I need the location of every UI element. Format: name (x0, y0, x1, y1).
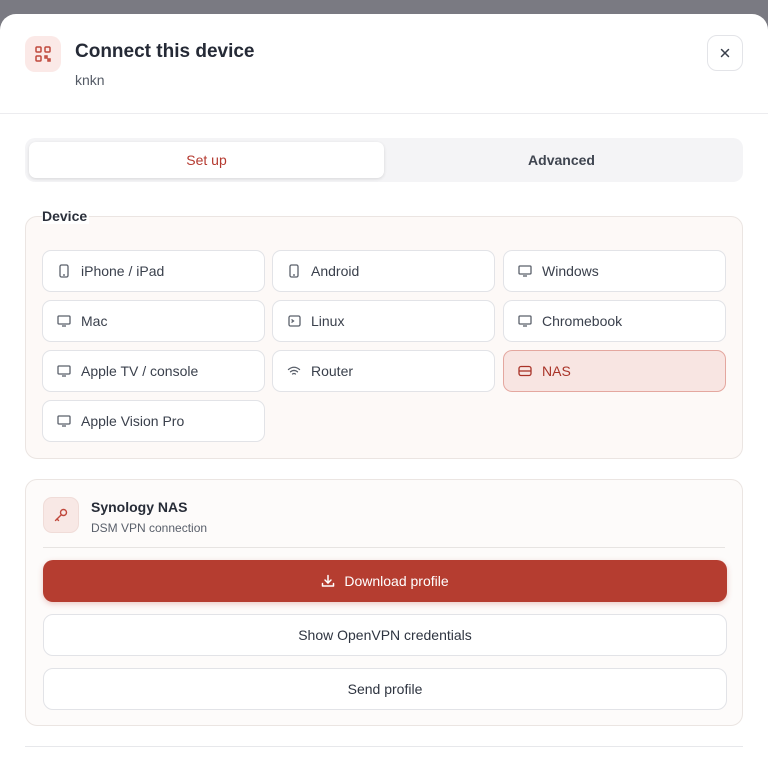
download-profile-button[interactable]: Download profile (43, 560, 727, 602)
divider (43, 547, 725, 548)
device-option-chromebook[interactable]: Chromebook (503, 300, 726, 342)
device-option-label: NAS (542, 363, 571, 379)
qr-code-icon (25, 36, 61, 72)
device-option-label: Linux (311, 313, 345, 329)
tab-set-up[interactable]: Set up (29, 142, 384, 178)
monitor-icon (57, 414, 71, 428)
device-option-router[interactable]: Router (272, 350, 495, 392)
dialog-subtitle: knkn (75, 72, 105, 88)
monitor-icon (57, 314, 71, 328)
download-icon (321, 574, 335, 588)
terminal-icon (287, 314, 301, 328)
close-button[interactable] (707, 35, 743, 71)
storage-icon (518, 364, 532, 378)
send-profile-button[interactable]: Send profile (43, 668, 727, 710)
device-option-label: Router (311, 363, 354, 379)
monitor-icon (518, 314, 532, 328)
device-option-label: Chromebook (542, 313, 623, 329)
connect-device-dialog: Connect this device knkn Set up Advanced… (0, 14, 768, 772)
device-option-apple-vision-pro[interactable]: Apple Vision Pro (42, 400, 265, 442)
device-option-label: Mac (81, 313, 108, 329)
device-option-label: Apple Vision Pro (81, 413, 185, 429)
dialog-header: Connect this device knkn (0, 14, 768, 114)
close-icon (720, 48, 730, 58)
device-option-label: iPhone / iPad (81, 263, 165, 279)
dialog-title: Connect this device (75, 41, 255, 62)
connection-card: Synology NAS DSM VPN connection Download… (25, 479, 743, 726)
connection-title: Synology NAS (91, 499, 188, 515)
device-option-label: Windows (542, 263, 599, 279)
monitor-icon (57, 364, 71, 378)
device-option-nas[interactable]: NAS (503, 350, 726, 392)
device-option-linux[interactable]: Linux (272, 300, 495, 342)
phone-icon (57, 264, 71, 278)
device-legend: Device (42, 208, 90, 224)
show-openvpn-credentials-button[interactable]: Show OpenVPN credentials (43, 614, 727, 656)
connection-subtitle: DSM VPN connection (91, 521, 208, 535)
tab-advanced[interactable]: Advanced (384, 142, 739, 178)
device-option-iphone-ipad[interactable]: iPhone / iPad (42, 250, 265, 292)
device-option-apple-tv-console[interactable]: Apple TV / console (42, 350, 265, 392)
device-option-label: Apple TV / console (81, 363, 199, 379)
device-option-mac[interactable]: Mac (42, 300, 265, 342)
download-profile-label: Download profile (344, 573, 449, 589)
monitor-icon (518, 264, 532, 278)
device-option-android[interactable]: Android (272, 250, 495, 292)
wifi-icon (287, 364, 301, 378)
divider (25, 746, 743, 747)
mode-tabs: Set up Advanced (25, 138, 743, 182)
device-option-label: Android (311, 263, 360, 279)
device-option-windows[interactable]: Windows (503, 250, 726, 292)
key-icon (43, 497, 79, 533)
phone-icon (287, 264, 301, 278)
